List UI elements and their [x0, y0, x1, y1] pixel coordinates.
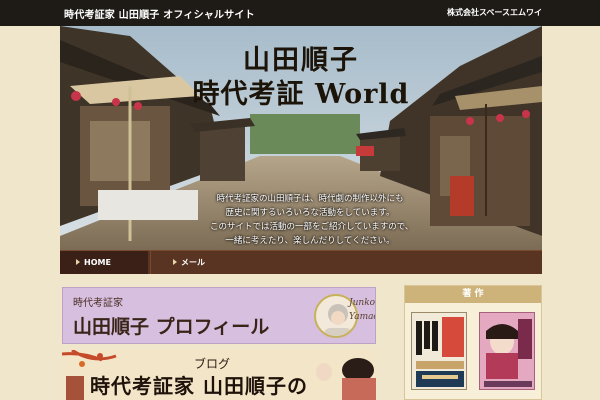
works-heading: 著 作 — [405, 286, 541, 303]
works-panel: 著 作 — [404, 285, 542, 400]
hero-intro-line: 歴史に関するいろいろな活動をしています。 — [225, 208, 395, 218]
top-bar: 時代考証家 山田順子 オフィシャルサイト 株式会社スペースエムワイ — [0, 0, 600, 26]
signature-line: Yamada — [349, 312, 375, 322]
hero-intro-text: 時代考証家の山田順子は、時代劇の制作以外にも 歴史に関するいろいろな活動をしてい… — [210, 192, 414, 248]
profile-banner-link[interactable]: 時代考証家 山田順子 プロフィール Junko Yamada — [62, 287, 376, 344]
company-name: 株式会社スペースエムワイ — [446, 8, 542, 17]
hero-intro-line: 時代考証家の山田順子は、時代劇の制作以外にも — [216, 194, 404, 204]
book-cover-link[interactable] — [411, 312, 467, 390]
hero-banner: 山田順子 時代考証 World 時代考証家の山田順子は、時代劇の制作以外にも 歴… — [60, 26, 542, 250]
nav-item-home[interactable]: HOME — [60, 251, 148, 274]
hero-intro-line: このサイトでは活動の一部をご紹介していますので、 — [210, 222, 414, 232]
site-title[interactable]: 時代考証家 山田順子 オフィシャルサイト — [64, 6, 255, 21]
main-nav: HOME メール — [60, 250, 542, 274]
author-signature: Junko Yamada — [349, 296, 376, 324]
arrow-right-icon — [173, 259, 177, 265]
signature-line: Junko — [349, 298, 376, 308]
hero-intro-line: 一緒に考えたり、楽しんだりしてください。 — [225, 236, 395, 246]
blog-banner-title: 時代考証家 山田順子の — [90, 374, 308, 398]
nav-item-label: HOME — [84, 258, 111, 267]
book-cover-link[interactable] — [479, 312, 535, 390]
nav-item-label: メール — [181, 258, 205, 267]
profile-banner-subtitle: 時代考証家 — [73, 298, 123, 309]
hero-title-world: 時代考証 World — [192, 79, 410, 110]
blog-banner-link[interactable]: ブログ 時代考証家 山田順子の — [62, 350, 376, 400]
nav-item-mail[interactable]: メール — [150, 251, 240, 274]
arrow-right-icon — [76, 259, 80, 265]
profile-banner-title: 山田順子 プロフィール — [73, 316, 270, 338]
